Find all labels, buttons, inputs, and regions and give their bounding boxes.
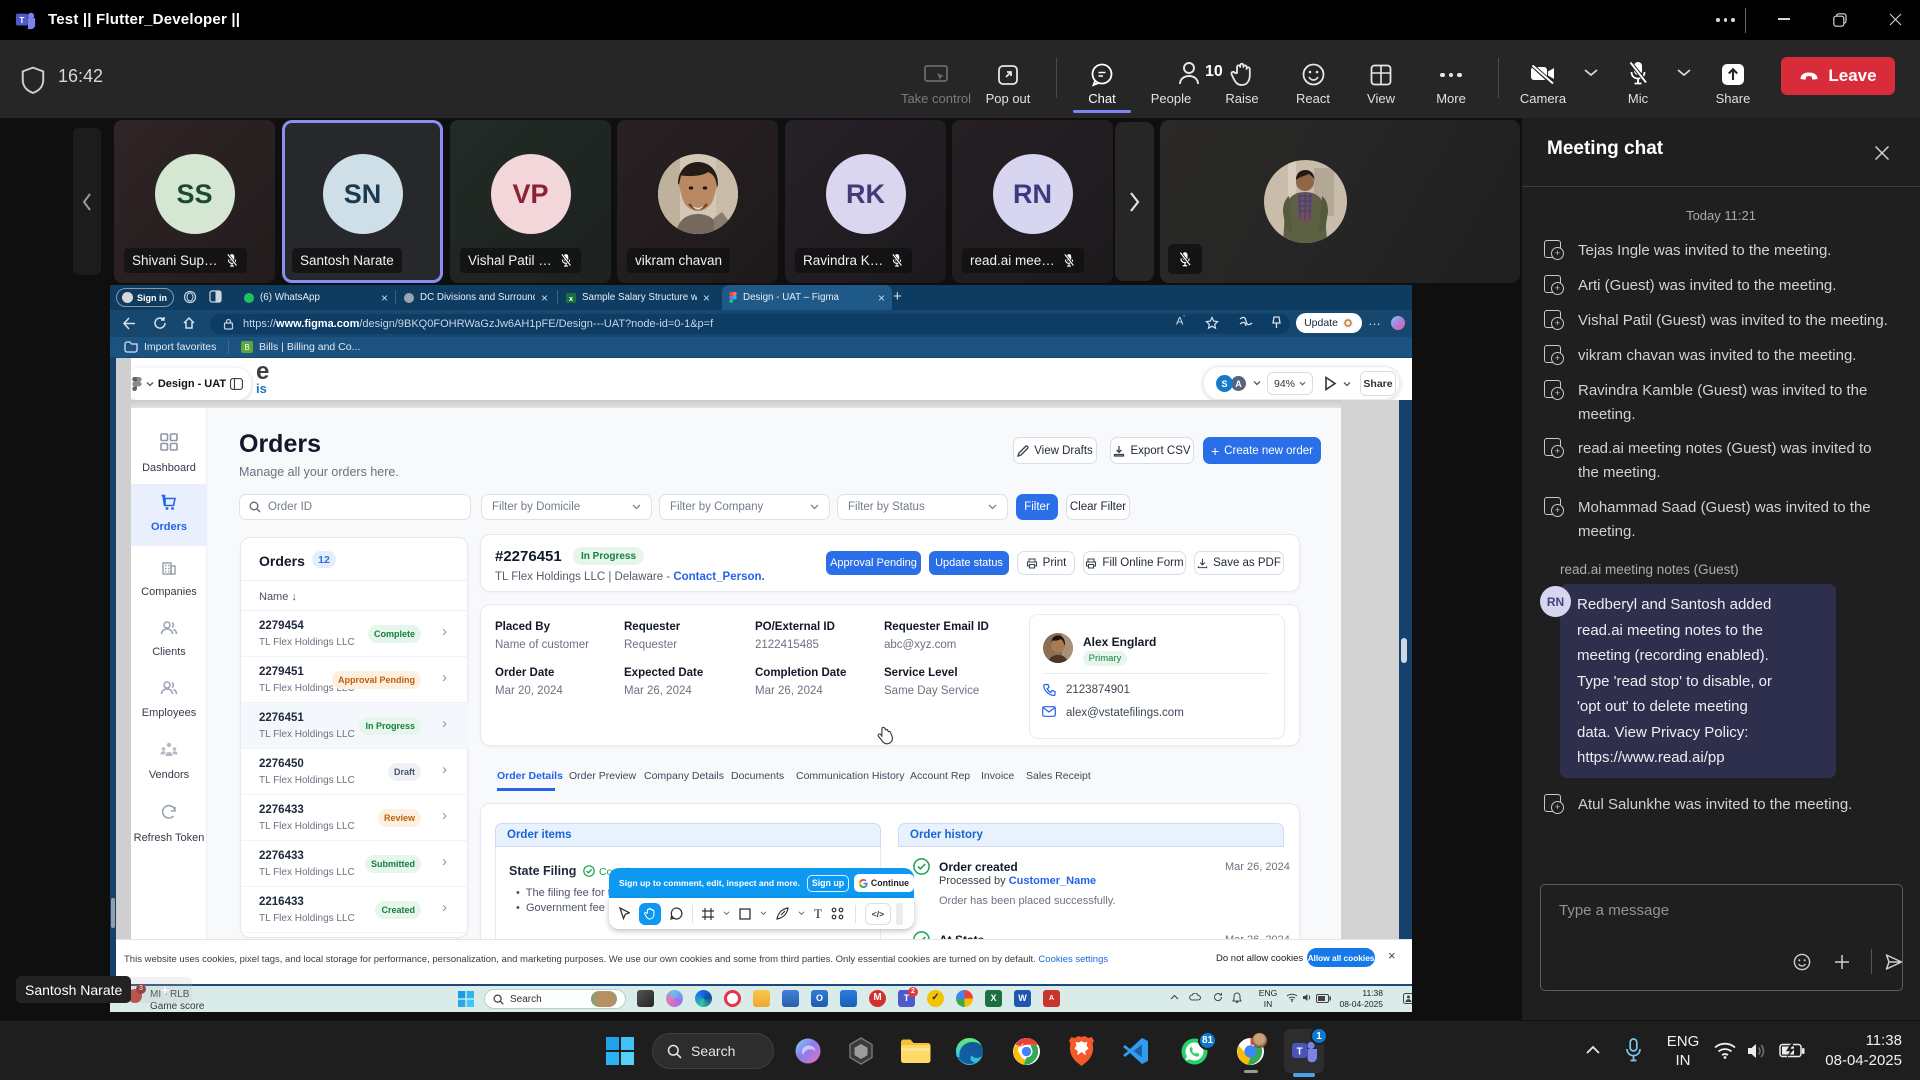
svg-text:B: B [244,343,249,352]
svg-text:T: T [19,16,24,25]
svg-text:T: T [1296,1047,1302,1058]
